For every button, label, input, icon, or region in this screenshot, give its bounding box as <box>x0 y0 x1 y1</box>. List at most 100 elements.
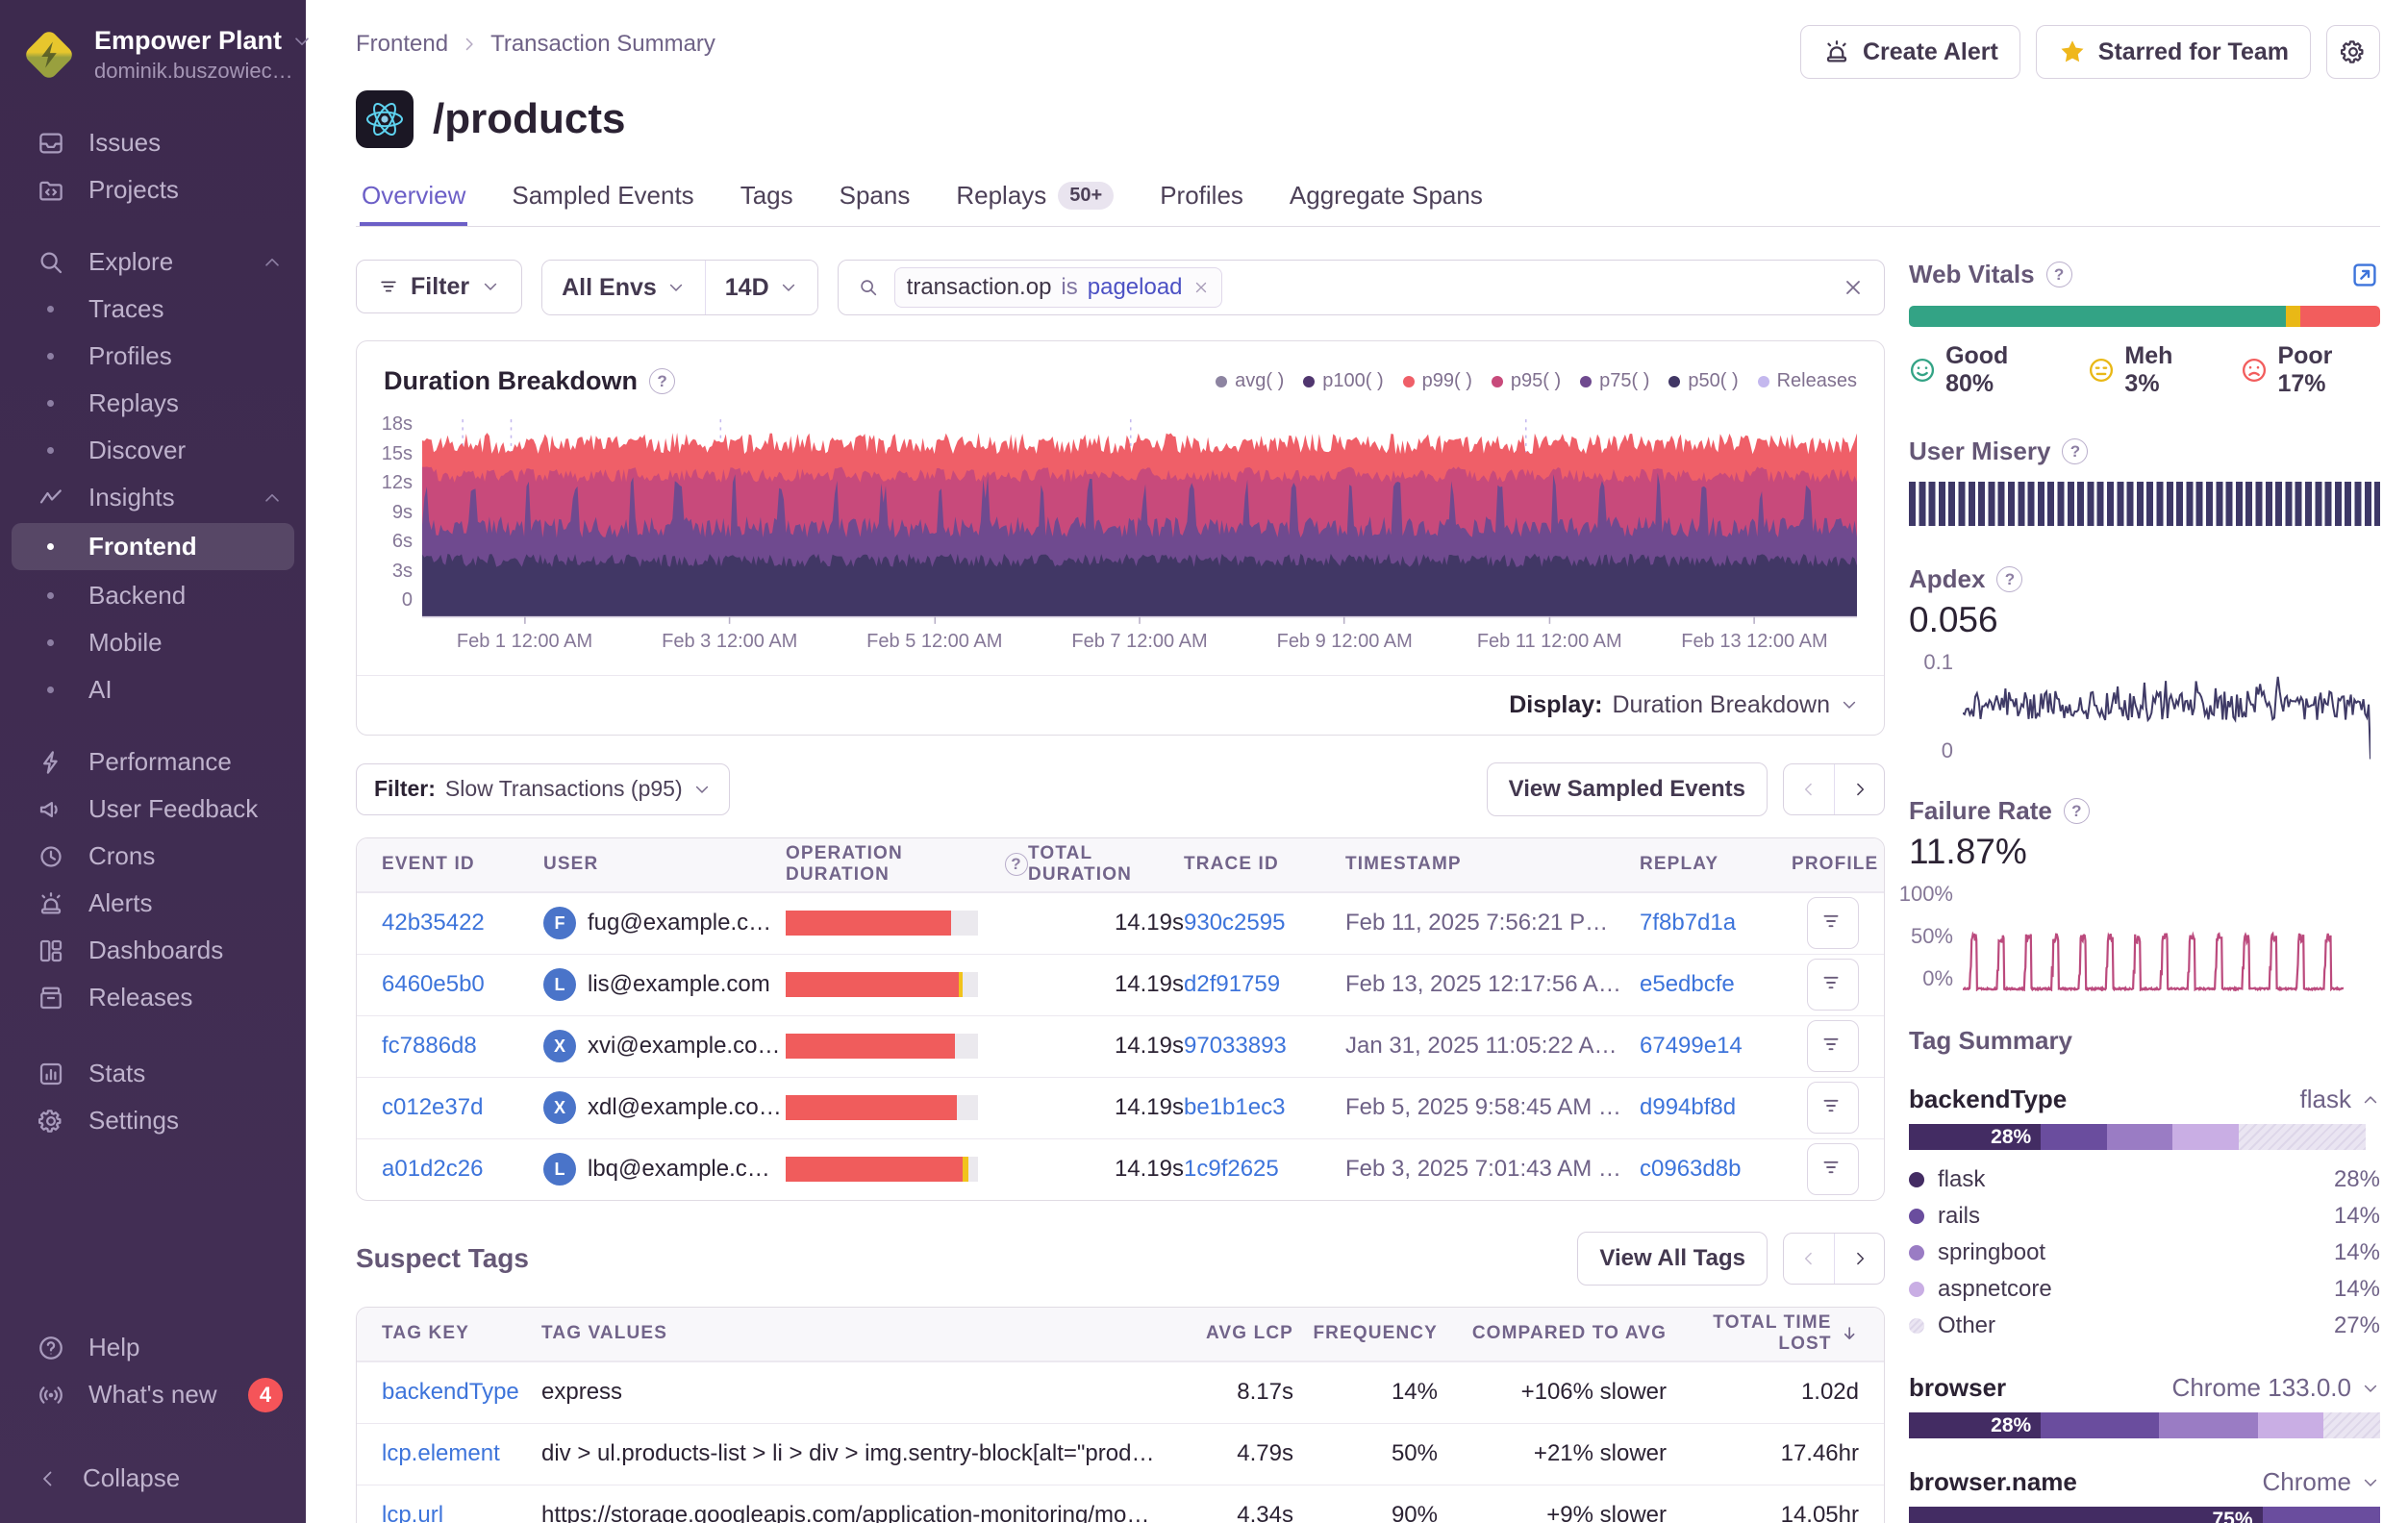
replay-id-link[interactable]: e5edbcfe <box>1640 971 1792 998</box>
event-id-link[interactable]: c012e37d <box>382 1094 543 1121</box>
sort-descending-icon[interactable] <box>1840 1323 1859 1344</box>
sidebar-item-traces[interactable]: Traces <box>0 286 306 333</box>
sidebar-item-stats[interactable]: Stats <box>0 1050 306 1097</box>
event-id-link[interactable]: 42b35422 <box>382 910 543 936</box>
prev-page-button[interactable] <box>1784 1234 1834 1284</box>
event-id-link[interactable]: a01d2c26 <box>382 1156 543 1183</box>
sidebar-item-profiles[interactable]: Profiles <box>0 333 306 380</box>
tag-key-link[interactable]: lcp.url <box>382 1502 541 1523</box>
help-question-icon[interactable] <box>2062 438 2088 464</box>
help-question-icon[interactable] <box>1005 853 1028 876</box>
trace-id-link[interactable]: 930c2595 <box>1184 910 1345 936</box>
trace-id-link[interactable]: d2f91759 <box>1184 971 1345 998</box>
legend-item-releases[interactable]: Releases <box>1758 370 1857 392</box>
tag-legend-row[interactable]: springboot14% <box>1909 1235 2380 1271</box>
search-clear-icon[interactable] <box>1842 276 1865 299</box>
tab-overview[interactable]: Overview <box>360 171 467 226</box>
legend-item-p95[interactable]: p95( ) <box>1492 370 1561 392</box>
profile-button[interactable] <box>1807 1020 1859 1072</box>
settings-gear-button[interactable] <box>2326 25 2380 79</box>
help-question-icon[interactable] <box>1996 566 2022 592</box>
sidebar-item-what-s-new[interactable]: What's new4 <box>0 1371 306 1418</box>
tag-legend-row[interactable]: Other27% <box>1909 1308 2380 1344</box>
tag-legend-row[interactable]: rails14% <box>1909 1198 2380 1235</box>
profile-button[interactable] <box>1807 1082 1859 1134</box>
sidebar-item-explore[interactable]: Explore <box>0 238 306 286</box>
tag-key-link[interactable]: backendType <box>382 1379 541 1406</box>
legend-item-avg[interactable]: avg( ) <box>1216 370 1284 392</box>
tag-distribution-bar[interactable]: 75% <box>1909 1507 2380 1523</box>
tab-replays[interactable]: Replays50+ <box>954 171 1116 226</box>
search-input[interactable]: transaction.op is pageload <box>838 260 1885 315</box>
sidebar-item-projects[interactable]: Projects <box>0 166 306 213</box>
transactions-filter-dropdown[interactable]: Filter: Slow Transactions (p95) <box>356 763 730 815</box>
sidebar-item-ai[interactable]: AI <box>0 666 306 713</box>
profile-button[interactable] <box>1807 897 1859 949</box>
sidebar-item-discover[interactable]: Discover <box>0 427 306 474</box>
help-question-icon[interactable] <box>649 368 675 394</box>
next-page-button[interactable] <box>1834 1234 1884 1284</box>
next-page-button[interactable] <box>1834 764 1884 814</box>
sidebar-item-backend[interactable]: Backend <box>0 572 306 619</box>
trace-id-link[interactable]: 97033893 <box>1184 1033 1345 1060</box>
legend-item-p50[interactable]: p50( ) <box>1668 370 1738 392</box>
sidebar-item-issues[interactable]: Issues <box>0 119 306 166</box>
open-in-new-icon[interactable] <box>2349 260 2380 290</box>
token-remove-icon[interactable] <box>1192 279 1210 296</box>
breadcrumb-frontend[interactable]: Frontend <box>356 31 448 58</box>
tag-key-link[interactable]: lcp.element <box>382 1440 541 1467</box>
sidebar-item-alerts[interactable]: Alerts <box>0 880 306 927</box>
tag-distribution-bar[interactable]: 28% <box>1909 1412 2380 1438</box>
create-alert-button[interactable]: Create Alert <box>1800 25 2020 79</box>
help-question-icon[interactable] <box>2046 262 2072 287</box>
tag-legend-row[interactable]: flask28% <box>1909 1161 2380 1198</box>
view-all-tags-button[interactable]: View All Tags <box>1577 1232 1768 1286</box>
tag-value-select[interactable]: Chrome 133.0.0 <box>2172 1373 2380 1403</box>
trace-id-link[interactable]: be1b1ec3 <box>1184 1094 1345 1121</box>
sidebar-item-mobile[interactable]: Mobile <box>0 619 306 666</box>
legend-item-p100[interactable]: p100( ) <box>1303 370 1383 392</box>
trace-id-link[interactable]: 1c9f2625 <box>1184 1156 1345 1183</box>
sidebar-item-help[interactable]: Help <box>0 1324 306 1371</box>
display-select[interactable]: Duration Breakdown <box>1612 691 1859 719</box>
duration-breakdown-chart[interactable] <box>422 413 1857 625</box>
search-token[interactable]: transaction.op is pageload <box>894 267 1222 308</box>
help-question-icon[interactable] <box>2064 798 2090 824</box>
tab-sampled-events[interactable]: Sampled Events <box>510 171 695 226</box>
replay-id-link[interactable]: d994bf8d <box>1640 1094 1792 1121</box>
sidebar-item-performance[interactable]: Performance <box>0 738 306 786</box>
sidebar-item-crons[interactable]: Crons <box>0 833 306 880</box>
sidebar-item-user-feedback[interactable]: User Feedback <box>0 786 306 833</box>
tab-profiles[interactable]: Profiles <box>1158 171 1245 226</box>
tab-aggregate-spans[interactable]: Aggregate Spans <box>1288 171 1485 226</box>
sidebar-item-replays[interactable]: Replays <box>0 380 306 427</box>
date-range-select[interactable]: 14D <box>705 261 817 314</box>
event-id-link[interactable]: 6460e5b0 <box>382 971 543 998</box>
sidebar-item-dashboards[interactable]: Dashboards <box>0 927 306 974</box>
tag-legend-row[interactable]: aspnetcore14% <box>1909 1271 2380 1308</box>
legend-item-p75[interactable]: p75( ) <box>1580 370 1649 392</box>
environment-select[interactable]: All Envs <box>542 261 705 314</box>
tag-distribution-bar[interactable]: 28% <box>1909 1124 2380 1150</box>
tab-tags[interactable]: Tags <box>739 171 795 226</box>
sidebar-collapse-button[interactable]: Collapse <box>0 1455 306 1502</box>
replay-id-link[interactable]: 7f8b7d1a <box>1640 910 1792 936</box>
prev-page-button[interactable] <box>1784 764 1834 814</box>
replay-id-link[interactable]: c0963d8b <box>1640 1156 1792 1183</box>
tag-value-select[interactable]: flask <box>2300 1085 2380 1114</box>
profile-button[interactable] <box>1807 959 1859 1011</box>
view-sampled-events-button[interactable]: View Sampled Events <box>1487 762 1768 816</box>
legend-item-p99[interactable]: p99( ) <box>1403 370 1472 392</box>
starred-for-team-button[interactable]: Starred for Team <box>2036 25 2311 79</box>
sidebar-item-releases[interactable]: Releases <box>0 974 306 1021</box>
replay-id-link[interactable]: 67499e14 <box>1640 1033 1792 1060</box>
sidebar-item-frontend[interactable]: Frontend <box>12 523 294 570</box>
profile-button[interactable] <box>1807 1143 1859 1195</box>
sidebar-item-settings[interactable]: Settings <box>0 1097 306 1144</box>
org-switcher[interactable]: Empower Plant dominik.buszowiec… <box>0 19 306 90</box>
tag-value-select[interactable]: Chrome <box>2263 1467 2380 1497</box>
sidebar-item-insights[interactable]: Insights <box>0 474 306 521</box>
tab-spans[interactable]: Spans <box>838 171 913 226</box>
event-id-link[interactable]: fc7886d8 <box>382 1033 543 1060</box>
filter-dropdown-button[interactable]: Filter <box>356 260 522 313</box>
